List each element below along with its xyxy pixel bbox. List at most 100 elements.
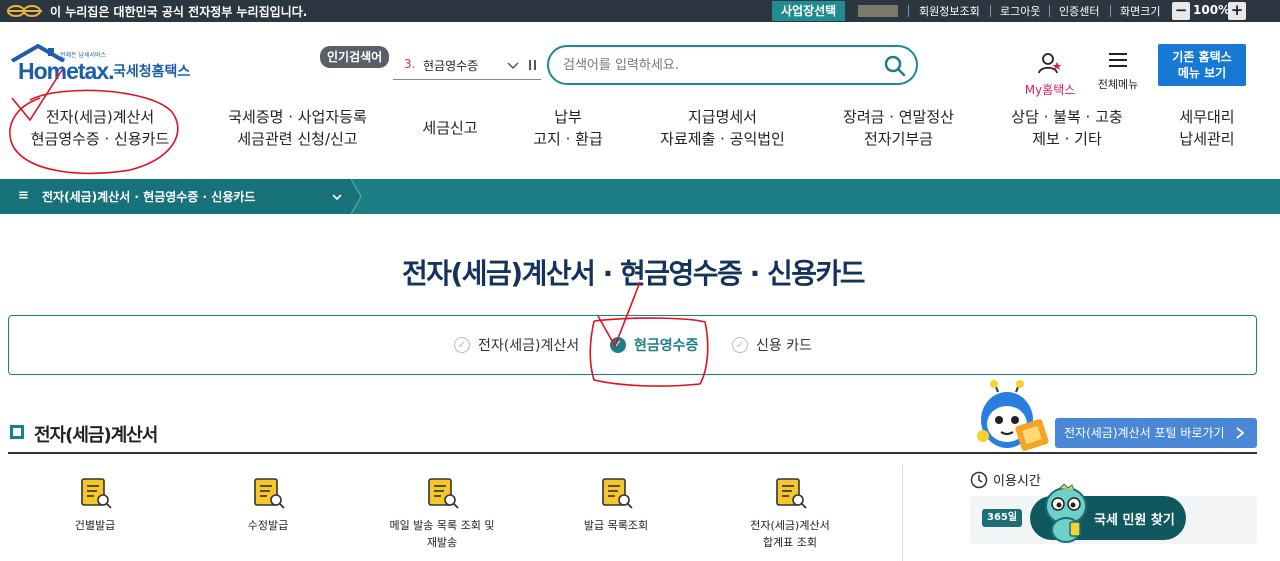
gnb-label-line1: 세무대리	[1179, 108, 1235, 126]
document-search-icon	[81, 478, 112, 509]
document-search-icon	[428, 478, 459, 509]
member-info-link[interactable]: 회원정보조회	[919, 3, 980, 19]
zoom-out-button[interactable]: −	[1172, 2, 1190, 20]
all-menu-button[interactable]: 전체메뉴	[1092, 52, 1144, 92]
user-icon	[1038, 53, 1062, 74]
tab-cash-receipt[interactable]: ✓ 현금영수증	[610, 335, 698, 355]
chevron-down-icon[interactable]	[506, 58, 520, 72]
all-menu-label: 전체메뉴	[1097, 78, 1139, 91]
section-divider	[8, 452, 1257, 454]
check-icon: ✓	[732, 337, 748, 353]
gnb-label-line1: 지급명세서	[687, 108, 757, 126]
tab-credit-card[interactable]: ✓ 신용 카드	[732, 335, 812, 355]
search-icon[interactable]	[884, 55, 906, 77]
old-menu-button[interactable]: 기존 홈택스 메뉴 보기	[1158, 44, 1246, 86]
service-label-line2: 합계표 조회	[762, 536, 818, 549]
breadcrumb: ≡ 전자(세금)계산서 · 현금영수증 · 신용카드	[0, 179, 1280, 214]
gnb-item-payment[interactable]: 납부 고지 · 환급	[518, 106, 618, 150]
service-label-line1: 전자(세금)계산서	[750, 519, 830, 532]
divider	[1049, 5, 1050, 17]
gnb-item-tax-filing[interactable]: 세금신고	[405, 117, 495, 139]
gov-logo-icon	[7, 5, 42, 17]
section-title: 전자(세금)계산서	[34, 425, 158, 446]
masked-user-name	[858, 5, 898, 17]
old-menu-line2: 메뉴 보기	[1177, 66, 1227, 80]
hometax-logo[interactable]: 언제든 납세서비스 Hometax. 국세청홈택스	[10, 44, 200, 86]
service-label-line1: 메일 발송 목록 조회 및	[389, 519, 495, 532]
service-amend-issue[interactable]: 수정발급	[213, 475, 323, 534]
tab-label: 신용 카드	[756, 338, 812, 354]
gnb-label-line2: 전자기부금	[863, 130, 933, 148]
business-select-button[interactable]: 사업장선택	[772, 1, 846, 21]
gnb-label-line1: 장려금 · 연말정산	[843, 108, 954, 126]
gnb-item-consultation[interactable]: 상담 · 불복 · 고충 제보 · 기타	[997, 106, 1137, 150]
menu-icon: ≡	[18, 188, 29, 203]
gnb-item-tax-agent[interactable]: 세무대리 납세관리	[1168, 106, 1246, 150]
service-label: 메일 발송 목록 조회 및재발송	[387, 517, 497, 551]
gov-banner: 이 누리집은 대한민국 공식 전자정부 누리집입니다. 사업장선택 회원정보조회…	[0, 0, 1280, 22]
section-square-icon	[10, 425, 24, 439]
screen-size-label: 화면크기	[1120, 5, 1161, 18]
keyword-rank-number: 3.	[404, 57, 416, 71]
divider	[1110, 5, 1111, 17]
page-title: 전자(세금)계산서 · 현금영수증 · 신용카드	[401, 257, 866, 290]
usage-time-title: 이용시간	[993, 474, 1041, 489]
my-hometax-label: My홈택스	[1024, 83, 1076, 97]
portal-button-label: 전자(세금)계산서 포털 바로가기	[1064, 426, 1225, 440]
divider	[990, 5, 991, 17]
gnb-label-line2: 세금관련 신청/신고	[237, 130, 358, 148]
gnb-label-line2: 납세관리	[1179, 130, 1235, 148]
document-search-icon	[776, 478, 807, 509]
logout-link[interactable]: 로그아웃	[1000, 3, 1040, 19]
gnb-item-certificates[interactable]: 국세증명 · 사업자등록 세금관련 신청/신고	[215, 106, 380, 150]
tab-label: 현금영수증	[634, 338, 699, 354]
gnb-item-payment-statement[interactable]: 지급명세서 자료제출 · 공익법인	[645, 106, 800, 150]
column-divider	[902, 465, 903, 561]
gnb-label-line1: 납부	[554, 108, 582, 126]
civil-button-label: 국세 민원 찾기	[1094, 513, 1175, 528]
service-label: 발급 목록조회	[583, 519, 649, 532]
usage-badge: 365일	[982, 509, 1023, 527]
check-icon: ✓	[454, 337, 470, 353]
gnb-item-incentives[interactable]: 장려금 · 연말정산 전자기부금	[830, 106, 967, 150]
divider	[908, 5, 909, 17]
document-search-icon	[602, 478, 633, 509]
old-menu-line1: 기존 홈택스	[1172, 50, 1232, 64]
usage-time-heading: 이용시간	[970, 470, 1041, 489]
hamburger-icon	[1109, 53, 1127, 67]
search-input[interactable]	[563, 55, 863, 75]
tab-label: 전자(세금)계산서	[478, 338, 580, 354]
service-label: 수정발급	[247, 519, 289, 532]
service-issue-list[interactable]: 발급 목록조회	[561, 475, 671, 534]
breadcrumb-current-menu[interactable]: ≡ 전자(세금)계산서 · 현금영수증 · 신용카드	[0, 179, 352, 214]
einvoice-portal-button[interactable]: 전자(세금)계산서 포털 바로가기	[1055, 418, 1257, 448]
gnb-label-line1: 전자(세금)계산서	[45, 108, 155, 126]
gnb-label-line2: 자료제출 · 공익법인	[660, 130, 785, 148]
service-mail-list[interactable]: 메일 발송 목록 조회 및재발송	[387, 475, 497, 551]
service-single-issue[interactable]: 건별발급	[40, 475, 150, 534]
my-hometax-button[interactable]: My홈택스	[1020, 52, 1080, 98]
service-label-line2: 재발송	[426, 536, 458, 549]
pause-icon[interactable]	[528, 59, 538, 71]
document-search-icon	[254, 478, 285, 509]
service-summary-table[interactable]: 전자(세금)계산서합계표 조회	[735, 475, 845, 551]
service-label: 건별발급	[74, 519, 116, 532]
cert-center-link[interactable]: 인증센터	[1059, 3, 1099, 19]
zoom-in-button[interactable]: +	[1228, 2, 1246, 20]
gnb-label-line2: 현금영수증 · 신용카드	[30, 130, 170, 148]
chevron-down-icon	[332, 194, 342, 201]
tab-einvoice[interactable]: ✓ 전자(세금)계산서	[454, 335, 579, 355]
chevron-right-icon	[1236, 427, 1245, 439]
category-tabs: ✓ 전자(세금)계산서 ✓ 현금영수증 ✓ 신용 카드	[8, 315, 1257, 375]
zoom-level: 100%	[1193, 3, 1231, 17]
gnb-label-line1: 세금신고	[422, 119, 478, 137]
popular-keyword-ticker[interactable]: 3. 현금영수증	[393, 52, 541, 80]
logo-hometax-text: Hometax.	[18, 58, 115, 84]
keyword-text[interactable]: 현금영수증	[423, 57, 478, 74]
dinosaur-mascot-icon	[1045, 484, 1087, 543]
breadcrumb-separator	[351, 179, 362, 214]
clock-icon	[970, 471, 988, 488]
gnb-item-einvoice[interactable]: 전자(세금)계산서 현금영수증 · 신용카드	[15, 106, 185, 150]
mascot-icon	[977, 380, 1049, 451]
service-label: 전자(세금)계산서합계표 조회	[735, 517, 845, 551]
